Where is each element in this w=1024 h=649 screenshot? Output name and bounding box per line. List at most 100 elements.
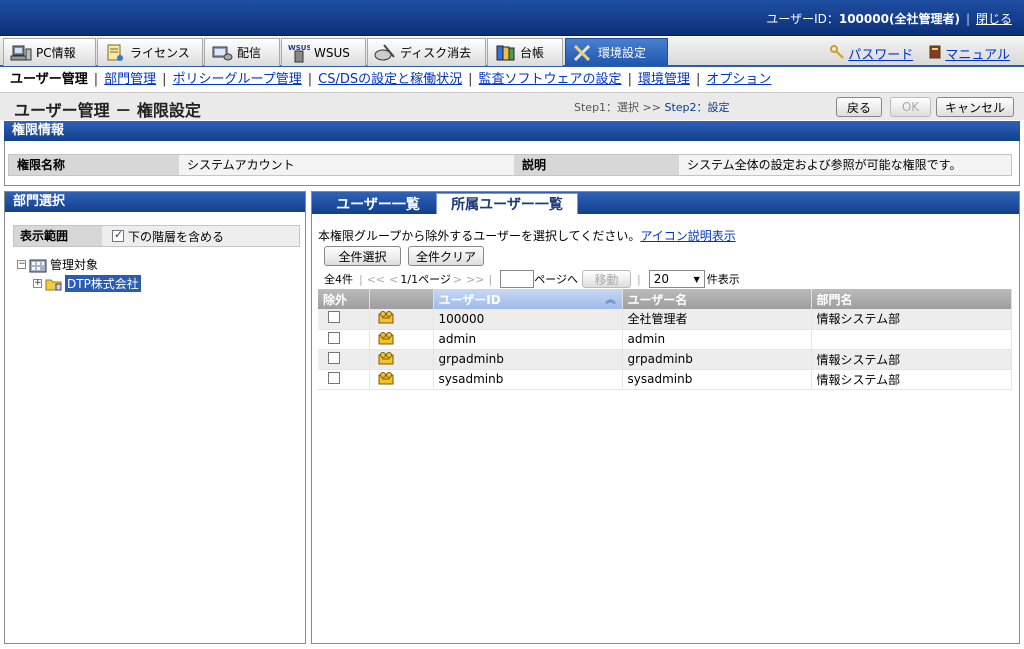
instruction-text: 本権限グループから除外するユーザーを選択してください。アイコン説明表示 — [318, 227, 736, 244]
col-dept-name[interactable]: 部門名 — [811, 289, 1012, 309]
table-row: admin admin — [318, 329, 1012, 350]
subnav-options[interactable]: オプション — [706, 72, 771, 87]
dept-cell — [811, 329, 1012, 350]
user-id-cell: sysadminb — [433, 369, 623, 390]
total-count: 全4件 — [324, 273, 353, 286]
exclude-checkbox[interactable] — [328, 331, 340, 344]
admin-user-icon — [378, 351, 394, 365]
tab-label: WSUS — [314, 45, 350, 60]
top-header: ユーザーID：100000(全社管理者) | 閉じる — [0, 0, 1024, 36]
tab-ledger[interactable]: 台帳 — [487, 38, 563, 66]
tab-member-list[interactable]: 所属ユーザー一覧 — [436, 193, 578, 214]
tab-pc-info[interactable]: PC情報 — [3, 38, 96, 66]
exclude-checkbox[interactable] — [328, 311, 340, 324]
tree-root-label[interactable]: 管理対象 — [50, 256, 98, 273]
folder-icon — [45, 276, 63, 292]
cancel-button[interactable]: キャンセル — [936, 97, 1014, 117]
separator: | — [627, 72, 632, 87]
table-row: sysadminb sysadminb 情報システム部 — [318, 369, 1012, 390]
exclude-cell — [318, 349, 370, 370]
perm-info-row: 権限名称 システムアカウント 説明 システム全体の設定および参照が可能な権限です… — [8, 154, 1012, 176]
first-page-icon[interactable]: << — [367, 273, 385, 286]
title-row: ユーザー管理 － 権限設定 Step1：選択 >> Step2：設定 戻る OK… — [0, 92, 1024, 120]
close-link[interactable]: 閉じる — [976, 12, 1012, 26]
user-list-panel: ユーザー一覧 所属ユーザー一覧 本権限グループから除外するユーザーを選択してくだ… — [311, 191, 1020, 644]
perm-info-header: 権限情報 — [4, 121, 1020, 141]
user-info: ユーザーID：100000(全社管理者) | 閉じる — [766, 10, 1012, 27]
perm-name-value: システムアカウント — [179, 155, 514, 175]
ok-button[interactable]: OK — [890, 97, 931, 117]
perm-name-label: 権限名称 — [9, 155, 179, 175]
exclude-checkbox[interactable] — [328, 371, 340, 384]
col-user-name[interactable]: ユーザー名 — [622, 289, 812, 309]
instruction-label: 本権限グループから除外するユーザーを選択してください。 — [318, 229, 641, 243]
tab-user-list[interactable]: ユーザー一覧 — [328, 193, 428, 214]
prev-page-icon[interactable]: < — [389, 273, 398, 286]
back-button[interactable]: 戻る — [836, 97, 882, 117]
icon-legend-link[interactable]: アイコン説明表示 — [640, 229, 735, 243]
password-link[interactable]: パスワード — [848, 44, 913, 63]
perm-desc-value: システム全体の設定および参照が可能な権限です。 — [679, 155, 1011, 175]
user-name-cell: grpadminb — [622, 349, 812, 370]
pager: 全4件 | << < 1/1ページ > >> | ページへ 移動 | 20 ▼ 件… — [324, 269, 740, 289]
icon-cell — [369, 349, 434, 370]
clear-all-button[interactable]: 全件クリア — [408, 246, 484, 266]
subnav-env-management[interactable]: 環境管理 — [638, 72, 690, 87]
tab-label: 配信 — [237, 46, 262, 60]
next-page-icon[interactable]: > — [453, 273, 462, 286]
exclude-cell — [318, 309, 370, 330]
manual-link[interactable]: マニュアル — [945, 44, 1010, 63]
pc-icon — [10, 43, 32, 63]
step1-label: Step1：選択 — [574, 101, 640, 114]
building-icon — [29, 257, 47, 273]
sub-navigation: ユーザー管理 | 部門管理 | ポリシーグループ管理 | CS/DSの設定と稼働状況 | 監査ソ… — [0, 69, 1024, 91]
separator: | — [93, 72, 99, 87]
user-name-cell: admin — [622, 329, 812, 350]
col-exclude[interactable]: 除外 — [318, 289, 370, 309]
scope-value: 下の階層を含める — [102, 226, 299, 246]
scope-row: 表示範囲 下の階層を含める — [13, 225, 300, 247]
sort-asc-icon[interactable]: ︽ — [606, 291, 616, 306]
dept-select-header: 部門選択 — [5, 192, 305, 212]
delivery-icon — [211, 43, 233, 63]
perm-desc-label: 説明 — [514, 155, 679, 175]
tab-disk-erase[interactable]: ディスク消去 — [367, 38, 486, 66]
collapse-icon[interactable]: − — [17, 260, 26, 269]
exclude-cell — [318, 329, 370, 350]
subnav-user-management[interactable]: ユーザー管理 — [10, 72, 88, 87]
scope-label: 表示範囲 — [14, 226, 102, 246]
separator: | — [162, 72, 167, 87]
table-header-row: 除外 ユーザーID ︽ ユーザー名 部門名 — [318, 289, 1012, 309]
tab-wsus[interactable]: WSUS WSUS — [281, 38, 366, 66]
tree-node-company: + DTP株式会社 — [17, 274, 141, 293]
tab-label: 台帳 — [520, 46, 545, 60]
tree-company-label[interactable]: DTP株式会社 — [65, 275, 141, 292]
tab-delivery[interactable]: 配信 — [204, 38, 280, 66]
wsus-icon: WSUS — [288, 43, 312, 63]
subnav-audit-software[interactable]: 監査ソフトウェアの設定 — [479, 72, 622, 87]
move-button[interactable]: 移動 — [582, 270, 632, 288]
separator: | — [695, 72, 701, 87]
expand-icon[interactable]: + — [33, 279, 42, 288]
dept-cell: 情報システム部 — [811, 309, 1012, 330]
tab-label: PC情報 — [36, 46, 76, 60]
page-number-input[interactable] — [500, 270, 535, 288]
step-arrow: >> — [642, 101, 661, 114]
include-sub-checkbox[interactable] — [112, 228, 124, 242]
last-page-icon[interactable]: >> — [466, 273, 484, 286]
book-icon — [929, 45, 941, 63]
dept-cell: 情報システム部 — [811, 369, 1012, 390]
col-user-id[interactable]: ユーザーID ︽ — [433, 289, 623, 309]
subnav-policy-group[interactable]: ポリシーグループ管理 — [173, 72, 302, 87]
per-page-select[interactable]: 20 ▼ — [648, 270, 705, 288]
exclude-checkbox[interactable] — [328, 351, 340, 364]
select-all-button[interactable]: 全件選択 — [324, 246, 401, 266]
icon-cell — [369, 309, 434, 330]
table-row: grpadminb grpadminb 情報システム部 — [318, 349, 1012, 370]
exclude-cell — [318, 369, 370, 390]
tab-settings[interactable]: 環境設定 — [565, 38, 668, 66]
tab-license[interactable]: ライセンス — [97, 38, 203, 66]
subnav-dept-management[interactable]: 部門管理 — [104, 72, 156, 87]
separator: | — [468, 72, 473, 87]
subnav-cs-ds[interactable]: CS/DSの設定と稼働状況 — [318, 72, 462, 87]
